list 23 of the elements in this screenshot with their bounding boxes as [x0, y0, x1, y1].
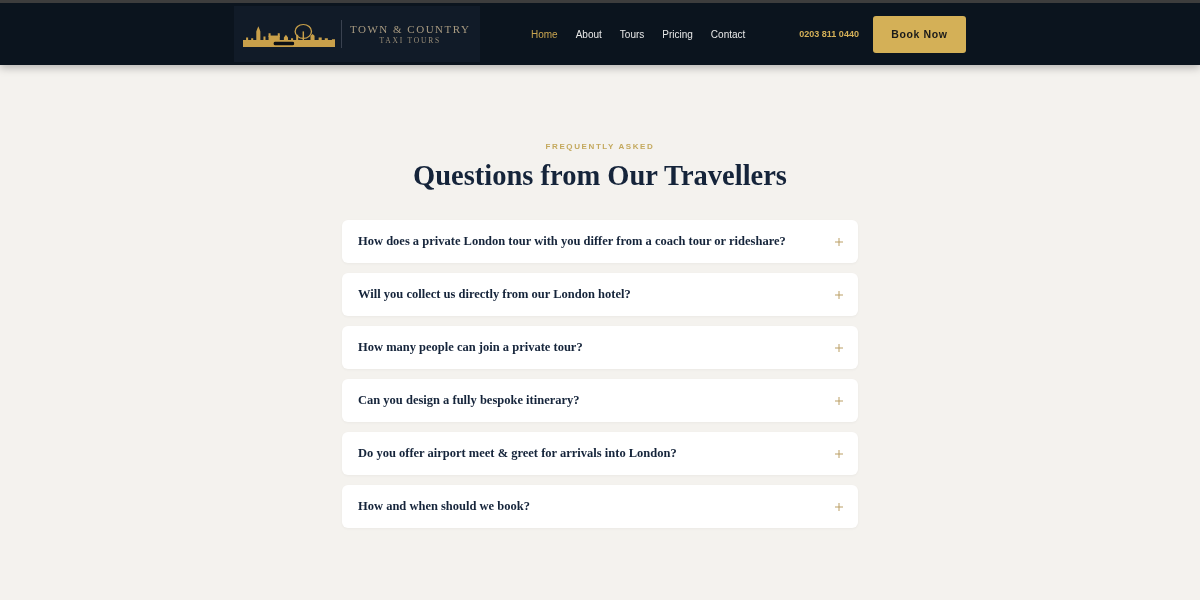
faq-question: Can you design a fully bespoke itinerary? [358, 393, 580, 408]
faq-item[interactable]: Will you collect us directly from our London hotel? [342, 273, 858, 316]
nav-link[interactable]: Contact [710, 28, 746, 40]
faq-item[interactable]: Do you offer airport meet & greet for arrivals into London? [342, 432, 858, 475]
faq-question: Do you offer airport meet & greet for arrivals into London? [358, 446, 677, 461]
logo-title: TOWN & COUNTRY [350, 23, 471, 35]
nav-link[interactable]: About [575, 28, 602, 40]
section-eyebrow: FREQUENTLY ASKED [545, 142, 655, 151]
nav-link[interactable]: Pricing [662, 28, 693, 40]
section-title: Questions from Our Travellers [413, 159, 787, 193]
skyline-logo-icon [243, 21, 335, 47]
faq-item[interactable]: How many people can join a private tour? [342, 326, 858, 369]
faq-item[interactable]: How does a private London tour with you differ from a coach tour or rideshare? [342, 220, 858, 263]
phone-link[interactable]: 0203 811 0440 [799, 29, 859, 39]
book-now-button[interactable]: Book Now [872, 15, 966, 53]
faq-question: How does a private London tour with you differ from a coach tour or rideshare? [358, 234, 786, 249]
nav-link[interactable]: Home [531, 28, 558, 40]
faq-item[interactable]: How and when should we book? [342, 485, 858, 528]
faq-question: How many people can join a private tour? [358, 340, 583, 355]
nav-link[interactable]: Tours [619, 28, 645, 40]
faq-item[interactable]: Can you design a fully bespoke itinerary? [342, 379, 858, 422]
faq-question: How and when should we book? [358, 499, 530, 514]
faq-question: Will you collect us directly from our London hotel? [358, 287, 631, 302]
